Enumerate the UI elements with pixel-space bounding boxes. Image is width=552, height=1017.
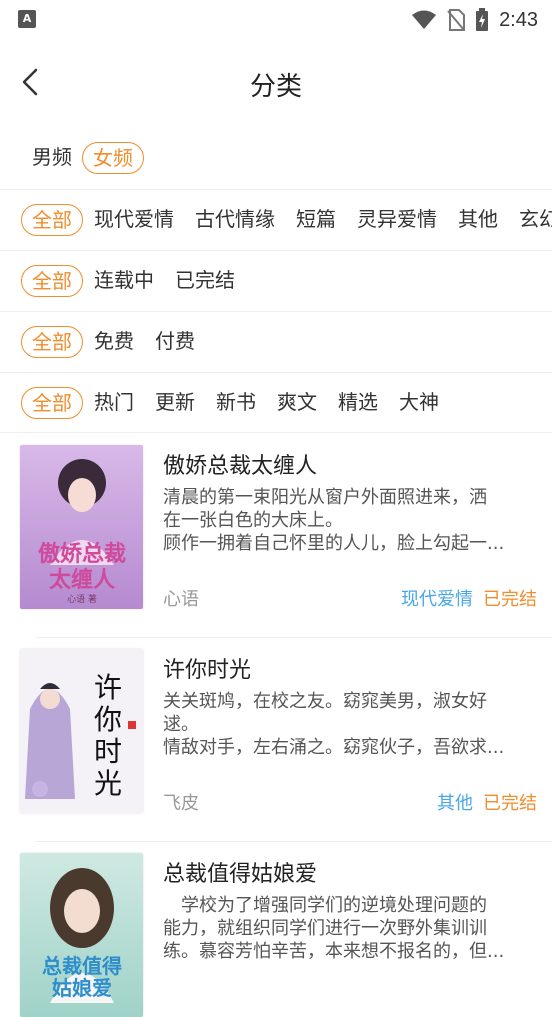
desc-line: 学校为了增强同学们的逆境处理问题的 — [163, 895, 487, 916]
category-tag: 现代爱情 — [401, 589, 473, 610]
svg-text:心语 著: 心语 著 — [67, 593, 97, 605]
sort-all-chip[interactable]: 全部 — [21, 387, 83, 419]
book-tags: 现代爱情 已完结 — [401, 585, 537, 611]
tab-male[interactable]: 男频 — [32, 142, 72, 174]
status-filter-row: 全部 连载中 已完结 — [0, 250, 552, 311]
book-list-item[interactable]: 总裁值得 姑娘爱 总裁值得姑娘爱 学校为了增强同学们的逆境处理问题的 能力，就组… — [0, 841, 552, 1017]
book-author: 心语 — [163, 589, 199, 610]
clock: 2:43 — [499, 8, 538, 31]
book-cover: 傲娇总裁 太缠人 心语 著 — [20, 445, 143, 609]
book-title: 许你时光 — [163, 658, 252, 683]
sort-chip[interactable]: 热门 — [94, 387, 134, 419]
desc-line: 顾作一拥着自己怀里的人儿，脸上勾起一... — [163, 533, 505, 554]
genre-chip[interactable]: 短篇 — [296, 204, 336, 236]
book-description: 关关斑鸠，在校之友。窈窕美男，淑女好 逑。 情敌对手，左右涌之。窈窕伙子，吾欲求… — [163, 690, 539, 759]
book-description: 学校为了增强同学们的逆境处理问题的 能力，就组织同学们进行一次野外集训训 练。慕… — [163, 894, 539, 963]
sort-chip[interactable]: 爽文 — [277, 387, 317, 419]
app-notification-icon: A — [18, 10, 36, 28]
tab-female[interactable]: 女频 — [82, 142, 144, 174]
status-all-chip[interactable]: 全部 — [21, 265, 83, 297]
book-cover: 许 你 时 光 — [20, 649, 143, 813]
svg-text:时: 时 — [94, 735, 122, 768]
book-author: 飞皮 — [163, 793, 199, 814]
item-divider — [36, 841, 552, 842]
price-chip[interactable]: 免费 — [94, 326, 134, 358]
status-bar: A 2:43 — [0, 0, 552, 40]
wifi-icon — [412, 10, 437, 29]
book-title: 总裁值得姑娘爱 — [163, 862, 318, 887]
svg-text:许: 许 — [94, 671, 122, 704]
sort-chip[interactable]: 大神 — [399, 387, 439, 419]
status-chip[interactable]: 已完结 — [175, 265, 235, 297]
status-chip[interactable]: 连载中 — [94, 265, 154, 297]
desc-line: 能力，就组织同学们进行一次野外集训训 — [163, 918, 487, 939]
svg-text:光: 光 — [94, 767, 122, 800]
desc-line: 情敌对手，左右涌之。窈窕伙子，吾欲求... — [163, 737, 505, 758]
book-title: 傲娇总裁太缠人 — [163, 454, 318, 479]
svg-text:总裁值得: 总裁值得 — [42, 954, 122, 978]
book-list-item[interactable]: 许 你 时 光 许你时光 关关斑鸠，在校之友。窈窕美男，淑女好 逑。 情敌对手，… — [0, 637, 552, 841]
book-cover: 总裁值得 姑娘爱 — [20, 853, 143, 1017]
svg-text:傲娇总裁: 傲娇总裁 — [38, 541, 126, 567]
book-list-item[interactable]: 傲娇总裁 太缠人 心语 著 傲娇总裁太缠人 清晨的第一束阳光从窗户外面照进来，洒… — [0, 433, 552, 637]
genre-chip[interactable]: 现代爱情 — [94, 204, 174, 236]
book-tags: 其他 已完结 — [437, 789, 537, 815]
book-cover-image: 总裁值得 姑娘爱 — [20, 853, 143, 1017]
desc-line: 在一张白色的大床上。 — [163, 510, 343, 531]
status-tag: 已完结 — [483, 589, 537, 610]
genre-chip[interactable]: 玄幻 — [519, 204, 552, 236]
price-chip[interactable]: 付费 — [155, 326, 195, 358]
item-divider — [36, 637, 552, 638]
desc-line: 练。慕容芳怕辛苦，本来想不报名的，但... — [163, 941, 505, 962]
book-cover-image: 许 你 时 光 — [20, 649, 143, 813]
status-tag: 已完结 — [483, 793, 537, 814]
svg-text:姑娘爱: 姑娘爱 — [52, 976, 112, 1000]
genre-chip[interactable]: 古代情缘 — [195, 204, 275, 236]
page-title: 分类 — [249, 72, 302, 102]
desc-line: 逑。 — [163, 714, 199, 735]
sort-chip[interactable]: 更新 — [155, 387, 195, 419]
book-cover-image: 傲娇总裁 太缠人 心语 著 — [20, 445, 143, 609]
desc-line: 关关斑鸠，在校之友。窈窕美男，淑女好 — [163, 691, 487, 712]
genre-filter-row: 全部 现代爱情 古代情缘 短篇 灵异爱情 其他 玄幻 — [0, 189, 552, 250]
app-header: 分类 — [0, 40, 552, 124]
desc-line: 清晨的第一束阳光从窗户外面照进来，洒 — [163, 487, 487, 508]
battery-charging-icon — [476, 8, 489, 31]
sort-filter-row: 全部 热门 更新 新书 爽文 精选 大神 — [0, 372, 552, 433]
category-tag: 其他 — [437, 793, 473, 814]
genre-all-chip[interactable]: 全部 — [21, 204, 83, 236]
status-icons: 2:43 — [411, 7, 538, 33]
sort-chip[interactable]: 精选 — [338, 387, 378, 419]
genre-chip[interactable]: 其他 — [458, 204, 498, 236]
genre-chip[interactable]: 灵异爱情 — [357, 204, 437, 236]
svg-text:你: 你 — [94, 703, 122, 736]
price-filter-row: 全部 免费 付费 — [0, 311, 552, 372]
no-sim-icon — [447, 9, 466, 31]
price-all-chip[interactable]: 全部 — [21, 326, 83, 358]
sort-chip[interactable]: 新书 — [216, 387, 256, 419]
book-description: 清晨的第一束阳光从窗户外面照进来，洒 在一张白色的大床上。 顾作一拥着自己怀里的… — [163, 486, 539, 555]
svg-text:太缠人: 太缠人 — [49, 567, 115, 593]
channel-tabs: 男频 女频 — [0, 128, 552, 188]
